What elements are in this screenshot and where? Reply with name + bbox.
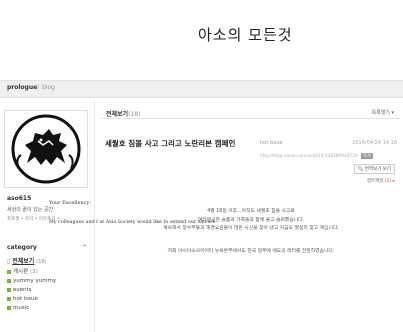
post-url-text[interactable]: http://blog.naver.com/aso615/13018994472… <box>260 154 358 159</box>
category-heading: category ⌃ <box>7 244 87 251</box>
post-category[interactable]: hot issue <box>260 140 283 146</box>
post-url: http://blog.naver.com/aso615/13018994472… <box>260 153 400 159</box>
category-toggle-icon[interactable]: ⌃ <box>82 244 87 251</box>
letter-body: My colleagues and I at Asia Society woul… <box>49 220 216 225</box>
category-item[interactable]: 게시판 (3) <box>7 268 56 277</box>
letter-salutation: Your Excellency: <box>49 200 91 206</box>
post-body-korean-2: 저희 아시아소사이어티 뉴욕본부에서도 한국 정부에 애도의 레터를 전달하였습… <box>167 249 335 254</box>
post-list-title: 전체보기(18) <box>106 111 141 118</box>
category-item[interactable]: yummy yummy <box>7 277 56 286</box>
profile-intro: 세상의 끝이 있는 곳간 <box>7 207 54 213</box>
lion-emblem-icon <box>11 114 81 184</box>
category-item[interactable]: music <box>7 304 56 313</box>
category-bullet-icon <box>7 269 11 274</box>
category-all-label: 전체보기 <box>12 258 35 265</box>
attachment-arrow-icon: ▸ <box>392 179 395 184</box>
category-heading-label: category <box>7 244 37 251</box>
post-date: 2014/04/24 14:18 <box>352 140 397 146</box>
top-navbar: prologue | blog <box>0 80 403 98</box>
blog-header: 아소의 모든것 <box>0 0 403 78</box>
blog-title[interactable]: 아소의 모든것 <box>198 24 293 45</box>
post-list-bar: 전체보기(18) 목록열기 ▾ <box>100 107 400 119</box>
list-icon: ▯ <box>7 258 11 265</box>
category-list: 게시판 (3) yummy yummy events hot issue mus… <box>7 268 56 313</box>
category-bullet-icon <box>7 305 11 310</box>
translate-button[interactable]: 🔍 번역보기 보기 <box>353 164 395 174</box>
copy-url-button[interactable]: 복사 <box>361 153 373 159</box>
category-all-count: (18) <box>36 259 47 265</box>
category-all[interactable]: ▯ 전체보기 (18) <box>7 256 47 265</box>
category-item[interactable]: hot issue <box>7 295 56 304</box>
nav-prologue[interactable]: prologue <box>7 84 37 91</box>
category-item[interactable]: events <box>7 286 56 295</box>
nav-separator: | <box>37 84 40 91</box>
attachment-link[interactable]: 첨부파일 (1) ▸ <box>367 178 395 184</box>
profile-image[interactable] <box>4 110 88 188</box>
open-list-button[interactable]: 목록열기 ▾ <box>372 109 395 116</box>
letter-excerpt: Your Excellency: My colleagues and I at … <box>49 200 215 226</box>
post-title[interactable]: 세월호 침몰 사고 그리고 노란리본 캠페인 <box>105 138 235 149</box>
category-bullet-icon <box>7 287 11 292</box>
category-bullet-icon <box>7 296 11 301</box>
category-bullet-icon <box>7 278 11 283</box>
profile-nickname: aso615 <box>7 195 32 202</box>
nav-blog[interactable]: blog <box>42 84 55 91</box>
